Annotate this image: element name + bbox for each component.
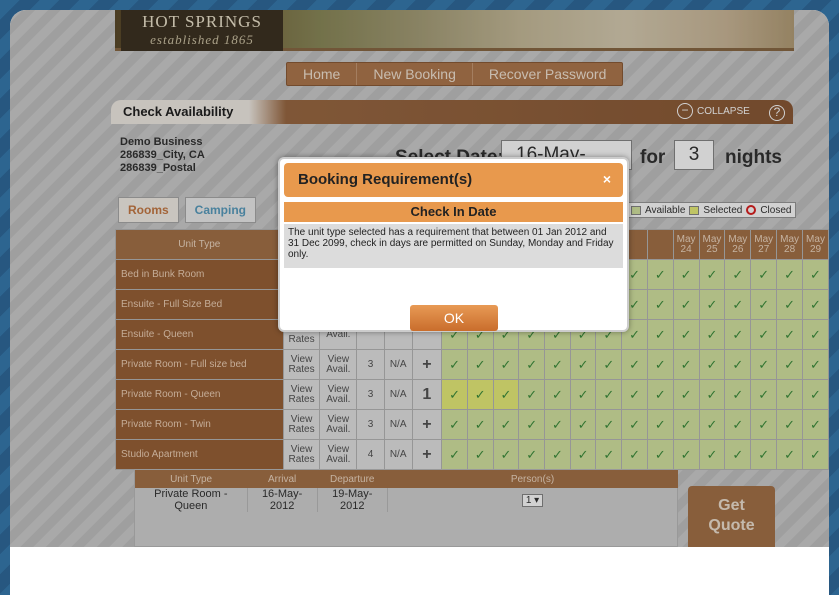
- booking-page: HOT SPRINGS established 1865 Home New Bo…: [10, 10, 829, 547]
- close-icon[interactable]: ×: [603, 171, 611, 187]
- dialog-subtitle: Check In Date: [284, 202, 623, 222]
- browser-viewport: HOT SPRINGS established 1865 Home New Bo…: [10, 10, 829, 595]
- dialog-message: The unit type selected has a requirement…: [284, 224, 623, 268]
- dialog-title: Booking Requirement(s): [298, 171, 473, 188]
- dialog-header: Booking Requirement(s) ×: [284, 163, 623, 197]
- booking-requirements-dialog: Booking Requirement(s) × Check In Date T…: [278, 157, 629, 332]
- ok-button[interactable]: OK: [410, 305, 498, 331]
